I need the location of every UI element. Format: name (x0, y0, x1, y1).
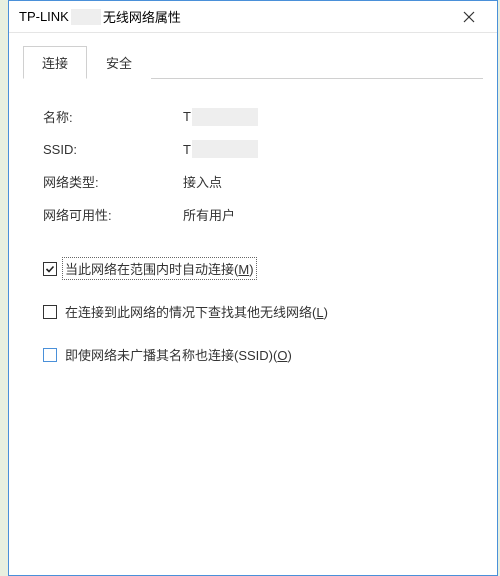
label-type: 网络类型: (43, 172, 183, 191)
client-area: 连接 安全 名称: T SSID: T 网络类型: 接入点 (9, 33, 497, 409)
row-name: 名称: T (43, 107, 463, 126)
title-redacted (71, 9, 101, 25)
tab-security[interactable]: 安全 (87, 46, 151, 79)
value-ssid-redacted (192, 140, 258, 158)
checkmark-icon (45, 264, 55, 274)
title-prefix: TP-LINK (19, 9, 69, 24)
label-connect-hidden-accel: O (277, 348, 287, 363)
label-auto-connect[interactable]: 当此网络在范围内时自动连接(M) (63, 258, 256, 279)
value-availability: 所有用户 (183, 205, 235, 224)
label-connect-hidden-suffix: ) (287, 348, 291, 363)
checkbox-connect-hidden[interactable] (43, 348, 57, 362)
label-look-other-accel: L (316, 305, 323, 320)
value-name-text: T (183, 109, 191, 124)
title-suffix: 无线网络属性 (103, 7, 181, 26)
dialog-window: TP-LINK 无线网络属性 连接 安全 名称: T (8, 0, 498, 576)
titlebar: TP-LINK 无线网络属性 (9, 1, 497, 33)
row-availability: 网络可用性: 所有用户 (43, 205, 463, 224)
label-connect-hidden-text: 即使网络未广播其名称也连接(SSID)( (65, 348, 277, 363)
value-ssid: T (183, 140, 258, 158)
label-auto-connect-suffix: ) (249, 262, 253, 277)
checkbox-auto-connect[interactable] (43, 262, 57, 276)
tab-content-connection: 名称: T SSID: T 网络类型: 接入点 网络可用性: 所有用户 (23, 79, 483, 397)
label-name: 名称: (43, 107, 183, 126)
label-look-other[interactable]: 在连接到此网络的情况下查找其他无线网络(L) (63, 301, 330, 322)
checkbox-group: 当此网络在范围内时自动连接(M) 在连接到此网络的情况下查找其他无线网络(L) … (43, 258, 463, 365)
window-title: TP-LINK 无线网络属性 (19, 7, 449, 26)
label-connect-hidden[interactable]: 即使网络未广播其名称也连接(SSID)(O) (63, 344, 294, 365)
row-connect-hidden: 即使网络未广播其名称也连接(SSID)(O) (43, 344, 463, 365)
checkbox-look-other[interactable] (43, 305, 57, 319)
label-ssid: SSID: (43, 142, 183, 157)
close-button[interactable] (449, 3, 489, 31)
value-name: T (183, 108, 258, 126)
row-auto-connect: 当此网络在范围内时自动连接(M) (43, 258, 463, 279)
value-name-redacted (192, 108, 258, 126)
row-type: 网络类型: 接入点 (43, 172, 463, 191)
label-availability: 网络可用性: (43, 205, 183, 224)
value-type: 接入点 (183, 172, 222, 191)
row-look-other: 在连接到此网络的情况下查找其他无线网络(L) (43, 301, 463, 322)
label-auto-connect-accel: M (238, 262, 249, 277)
tab-connection[interactable]: 连接 (23, 46, 87, 79)
label-auto-connect-text: 当此网络在范围内时自动连接( (65, 262, 238, 277)
value-ssid-text: T (183, 142, 191, 157)
close-icon (463, 11, 475, 23)
label-look-other-suffix: ) (324, 305, 328, 320)
tab-strip: 连接 安全 (23, 45, 483, 79)
row-ssid: SSID: T (43, 140, 463, 158)
label-look-other-text: 在连接到此网络的情况下查找其他无线网络( (65, 305, 316, 320)
